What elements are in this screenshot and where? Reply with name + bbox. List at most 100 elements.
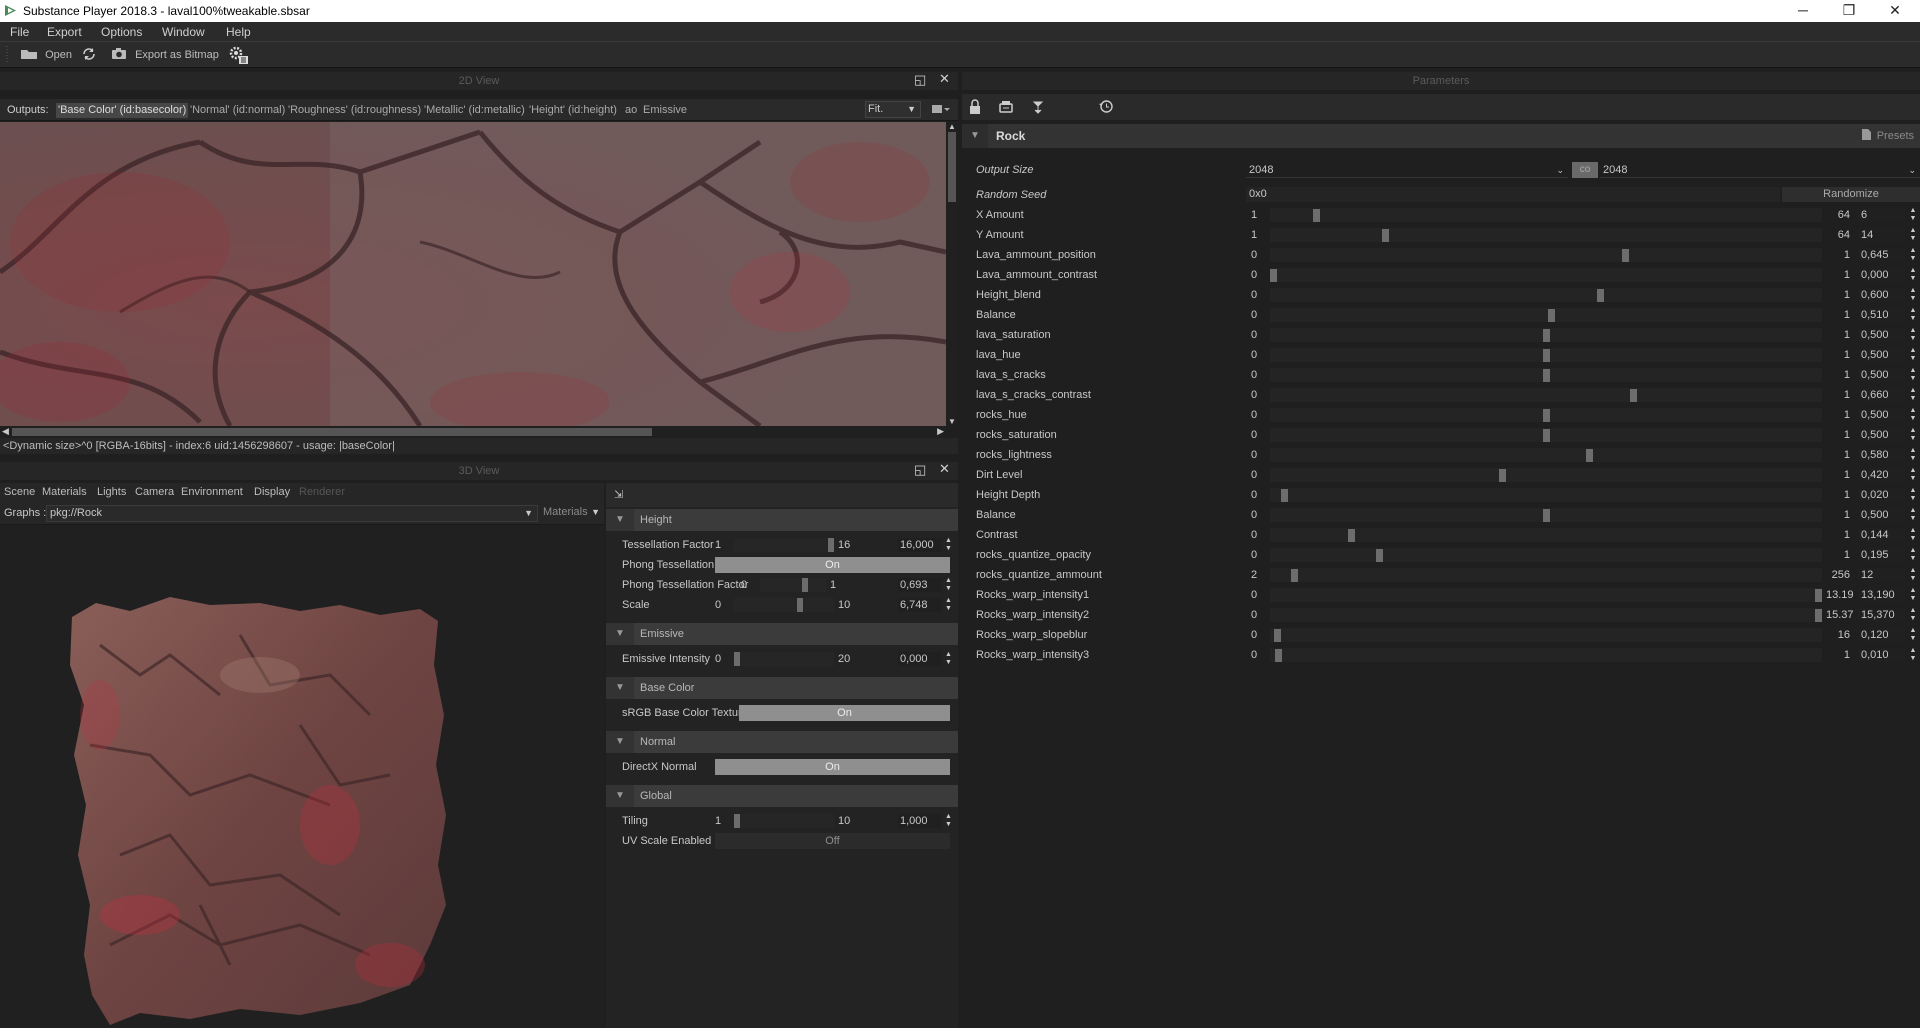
param-value-input[interactable]: 0,144 xyxy=(1858,528,1906,542)
section-header-global[interactable]: ▼ Global xyxy=(606,785,958,807)
scroll-up-icon[interactable]: ▲ xyxy=(948,122,956,131)
param-value-input[interactable]: 0,500 xyxy=(1858,428,1906,442)
param-slider[interactable] xyxy=(1270,228,1822,242)
spinner-arrows-icon[interactable]: ▲ ▼ xyxy=(1908,467,1918,483)
param-slider[interactable] xyxy=(1270,288,1822,302)
param-value-input[interactable]: 14 xyxy=(1858,228,1906,242)
param-value-input[interactable]: 0,500 xyxy=(1858,328,1906,342)
scroll-left-icon[interactable]: ◀ xyxy=(2,426,9,437)
vertical-scroll-thumb[interactable] xyxy=(948,132,956,202)
slider-handle[interactable] xyxy=(828,538,834,552)
export-bitmap-button[interactable]: Export as Bitmap xyxy=(111,47,219,61)
slider-handle[interactable] xyxy=(1543,409,1550,422)
spinner-arrows-icon[interactable]: ▲ ▼ xyxy=(1908,487,1918,503)
param-slider[interactable] xyxy=(1270,608,1822,622)
zoom-select[interactable]: Fit. ▼ xyxy=(865,101,921,118)
menu-display[interactable]: Display xyxy=(254,486,290,498)
param-value-input[interactable]: 0,020 xyxy=(1858,488,1906,502)
menu-lights[interactable]: Lights xyxy=(97,486,126,498)
link-size-toggle[interactable]: co xyxy=(1572,162,1598,178)
material-param-value-input[interactable]: 1,000 xyxy=(898,814,942,828)
output-height-select[interactable]: 2048 ⌄ xyxy=(1600,162,1920,178)
param-value-input[interactable]: 0,500 xyxy=(1858,368,1906,382)
param-slider[interactable] xyxy=(1270,388,1822,402)
slider-handle[interactable] xyxy=(1543,349,1550,362)
param-slider[interactable] xyxy=(1270,568,1822,582)
param-value-input[interactable]: 0,500 xyxy=(1858,508,1906,522)
slider-handle[interactable] xyxy=(1270,269,1277,282)
param-slider[interactable] xyxy=(1270,328,1822,342)
parameter-group-header[interactable]: ▼ Rock Presets xyxy=(962,124,1920,148)
close-window-button[interactable]: ✕ xyxy=(1872,0,1918,22)
output-tab-roughness[interactable]: 'Roughness' (id:roughness) xyxy=(286,103,423,118)
slider-handle[interactable] xyxy=(1348,529,1355,542)
material-param-value-input[interactable]: 16,000 xyxy=(898,538,942,552)
view-options-icon[interactable] xyxy=(932,104,950,116)
param-value-input[interactable]: 12 xyxy=(1858,568,1906,582)
param-slider[interactable] xyxy=(1270,508,1822,522)
param-value-input[interactable]: 13,190 xyxy=(1858,588,1906,602)
material-param-slider[interactable] xyxy=(734,538,834,552)
output-tab-metallic[interactable]: 'Metallic' (id:metallic) xyxy=(422,103,527,118)
section-header-emissive[interactable]: ▼ Emissive xyxy=(606,623,958,645)
presets-button[interactable]: Presets xyxy=(1861,129,1914,142)
slider-handle[interactable] xyxy=(797,598,803,612)
spinner-arrows-icon[interactable]: ▲ ▼ xyxy=(1908,327,1918,343)
param-value-input[interactable]: 0,580 xyxy=(1858,448,1906,462)
vertical-scrollbar[interactable]: ▲ ▼ xyxy=(946,122,958,426)
param-value-input[interactable]: 0,000 xyxy=(1858,268,1906,282)
spinner-arrows-icon[interactable]: ▲ ▼ xyxy=(1908,647,1918,663)
materials-select[interactable]: Materials ▼ xyxy=(540,505,602,522)
3d-viewport[interactable] xyxy=(0,525,604,1028)
material-param-slider[interactable] xyxy=(734,598,834,612)
spinner-arrows-icon[interactable]: ▲ ▼ xyxy=(1908,347,1918,363)
section-header-base-color[interactable]: ▼ Base Color xyxy=(606,677,958,699)
param-slider[interactable] xyxy=(1270,528,1822,542)
reset-params-icon[interactable] xyxy=(1032,100,1044,114)
spinner-arrows-icon[interactable]: ▲ ▼ xyxy=(1908,367,1918,383)
slider-handle[interactable] xyxy=(1815,589,1822,602)
param-value-input[interactable]: 0,500 xyxy=(1858,348,1906,362)
open-button[interactable]: Open xyxy=(20,47,72,61)
param-value-input[interactable]: 0,195 xyxy=(1858,548,1906,562)
material-param-slider[interactable] xyxy=(760,578,826,592)
spinner-arrows-icon[interactable]: ▲ ▼ xyxy=(1908,287,1918,303)
spinner-arrows-icon[interactable]: ▲ ▼ xyxy=(1908,587,1918,603)
section-header-normal[interactable]: ▼ Normal xyxy=(606,731,958,753)
refresh-icon[interactable] xyxy=(82,47,96,61)
close-3d-icon[interactable]: ✕ xyxy=(939,462,950,476)
material-param-slider[interactable] xyxy=(734,814,834,828)
material-param-toggle[interactable]: On xyxy=(715,557,950,573)
chevron-down-icon[interactable]: ▼ xyxy=(962,124,988,148)
spinner-arrows-icon[interactable]: ▲ ▼ xyxy=(1908,207,1918,223)
slider-handle[interactable] xyxy=(1313,209,1320,222)
menu-environment[interactable]: Environment xyxy=(181,486,243,498)
spinner-arrows-icon[interactable]: ▲ ▼ xyxy=(1908,527,1918,543)
history-icon[interactable] xyxy=(1099,99,1114,114)
menu-scene[interactable]: Scene xyxy=(4,486,35,498)
chevron-down-icon[interactable]: ▼ xyxy=(606,509,634,531)
param-slider[interactable] xyxy=(1270,248,1822,262)
menu-camera[interactable]: Camera xyxy=(135,486,174,498)
slider-handle[interactable] xyxy=(1622,249,1629,262)
param-slider[interactable] xyxy=(1270,408,1822,422)
scroll-right-icon[interactable]: ▶ xyxy=(937,426,944,437)
output-tab-height[interactable]: 'Height' (id:height) xyxy=(527,103,619,118)
param-value-input[interactable]: 0,500 xyxy=(1858,408,1906,422)
param-slider[interactable] xyxy=(1270,368,1822,382)
output-tab-basecolor[interactable]: 'Base Color' (id:basecolor) xyxy=(56,103,189,118)
spinner-arrows-icon[interactable]: ▲ ▼ xyxy=(944,577,953,593)
undock-2d-icon[interactable]: ◱ xyxy=(914,73,926,87)
slider-handle[interactable] xyxy=(1499,469,1506,482)
slider-handle[interactable] xyxy=(1543,509,1550,522)
random-seed-icon[interactable] xyxy=(998,99,1014,115)
param-value-input[interactable]: 0,600 xyxy=(1858,288,1906,302)
material-param-toggle[interactable]: Off xyxy=(715,833,950,849)
param-slider[interactable] xyxy=(1270,208,1822,222)
random-seed-input[interactable]: 0x0 xyxy=(1246,187,1780,202)
output-width-select[interactable]: 2048 ⌄ xyxy=(1246,162,1568,178)
menu-renderer[interactable]: Renderer xyxy=(299,486,345,498)
slider-handle[interactable] xyxy=(1586,449,1593,462)
graph-select[interactable]: pkg://Rock ▼ xyxy=(46,505,538,522)
chevron-down-icon[interactable]: ▼ xyxy=(606,731,634,753)
